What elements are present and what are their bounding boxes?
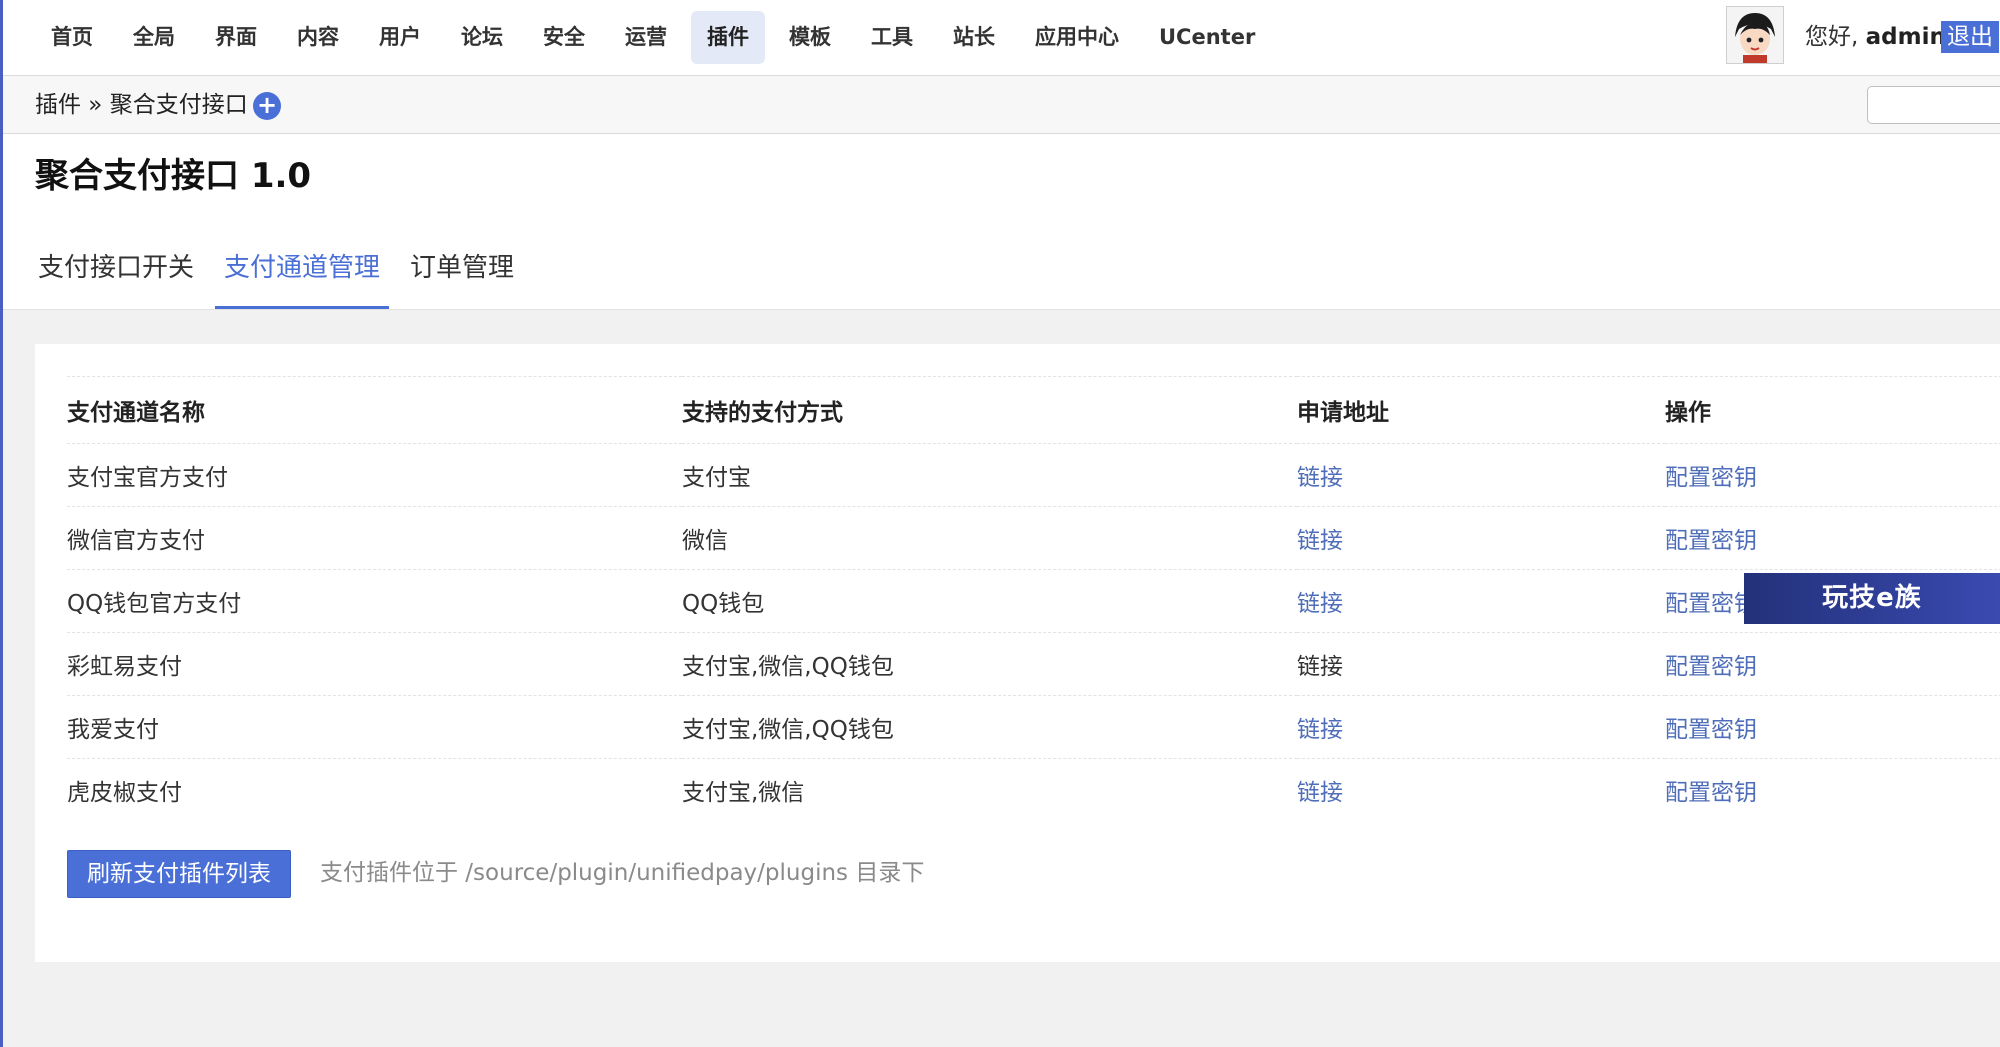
tab-channel-management[interactable]: 支付通道管理 [215, 236, 390, 309]
apply-link[interactable]: 链接 [1297, 506, 1665, 570]
payment-methods: QQ钱包 [682, 569, 1297, 633]
table-header-row: 支付通道名称 支持的支付方式 申请地址 操作 [67, 376, 2000, 444]
header-payment-methods: 支持的支付方式 [682, 376, 1297, 444]
header-apply-url: 申请地址 [1297, 376, 1665, 444]
header-channel-name: 支付通道名称 [67, 376, 682, 444]
page-title: 聚合支付接口 1.0 [35, 156, 312, 196]
payment-methods: 支付宝,微信 [682, 758, 1297, 821]
nav-item-users[interactable]: 用户 [363, 11, 437, 64]
tab-order-management[interactable]: 订单管理 [401, 236, 523, 309]
nav-item-tools[interactable]: 工具 [855, 11, 929, 64]
main-nav: 首页 全局 界面 内容 用户 论坛 安全 运营 插件 模板 工具 站长 应用中心… [35, 11, 1279, 64]
configure-key-link[interactable]: 配置密钥 [1665, 632, 2000, 696]
configure-key-link[interactable]: 配置密钥 [1665, 506, 2000, 570]
nav-item-global[interactable]: 全局 [117, 11, 191, 64]
channel-name: 支付宝官方支付 [67, 443, 682, 507]
nav-item-webmaster[interactable]: 站长 [937, 11, 1011, 64]
apply-link[interactable]: 链接 [1297, 695, 1665, 759]
nav-item-plugins[interactable]: 插件 [691, 11, 765, 64]
configure-key-link[interactable]: 配置密钥 [1665, 443, 2000, 507]
table-row: 彩虹易支付 支付宝,微信,QQ钱包 链接 配置密钥 [67, 632, 2000, 696]
nav-item-interface[interactable]: 界面 [199, 11, 273, 64]
payment-methods: 微信 [682, 506, 1297, 570]
plugin-path-hint: 支付插件位于 /source/plugin/unifiedpay/plugins… [320, 860, 925, 886]
header-actions: 操作 [1665, 376, 2000, 444]
configure-key-link[interactable]: 配置密钥 [1665, 695, 2000, 759]
table-row: 我爱支付 支付宝,微信,QQ钱包 链接 配置密钥 [67, 695, 2000, 759]
nav-item-ucenter[interactable]: UCenter [1143, 11, 1271, 64]
payment-methods: 支付宝 [682, 443, 1297, 507]
table-row: 微信官方支付 微信 链接 配置密钥 [67, 506, 2000, 570]
breadcrumb: 插件 » 聚合支付接口 [35, 92, 248, 118]
greeting-text: 您好, [1805, 24, 1859, 50]
nav-item-templates[interactable]: 模板 [773, 11, 847, 64]
table-row: 支付宝官方支付 支付宝 链接 配置密钥 [67, 443, 2000, 507]
nav-item-security[interactable]: 安全 [527, 11, 601, 64]
avatar[interactable] [1726, 6, 1784, 64]
plus-circle-icon[interactable]: + [253, 92, 281, 120]
tab-payment-switch[interactable]: 支付接口开关 [29, 236, 203, 309]
nav-item-content[interactable]: 内容 [281, 11, 355, 64]
tab-bar: 支付接口开关 支付通道管理 订单管理 [29, 236, 535, 309]
channel-name: QQ钱包官方支付 [67, 569, 682, 633]
payment-methods: 支付宝,微信,QQ钱包 [682, 695, 1297, 759]
channel-table: 支付通道名称 支持的支付方式 申请地址 操作 支付宝官方支付 支付宝 链接 配置… [67, 376, 2000, 821]
table-row: 虎皮椒支付 支付宝,微信 链接 配置密钥 [67, 758, 2000, 821]
username: admin [1865, 24, 1946, 50]
top-nav-bar: 首页 全局 界面 内容 用户 论坛 安全 运营 插件 模板 工具 站长 应用中心… [3, 0, 2000, 76]
nav-item-home[interactable]: 首页 [35, 11, 109, 64]
apply-link[interactable]: 链接 [1297, 569, 1665, 633]
refresh-plugin-list-button[interactable]: 刷新支付插件列表 [67, 850, 291, 898]
nav-item-forum[interactable]: 论坛 [445, 11, 519, 64]
search-input[interactable] [1867, 86, 2000, 124]
nav-item-operations[interactable]: 运营 [609, 11, 683, 64]
page-header: 聚合支付接口 1.0 支付接口开关 支付通道管理 订单管理 [3, 134, 2000, 310]
breadcrumb-bar: 插件 » 聚合支付接口 [3, 76, 2000, 134]
table-row: QQ钱包官方支付 QQ钱包 链接 配置密钥 [67, 569, 2000, 633]
configure-key-link[interactable]: 配置密钥 [1665, 758, 2000, 821]
content-card: 支付通道名称 支持的支付方式 申请地址 操作 支付宝官方支付 支付宝 链接 配置… [35, 344, 2000, 962]
apply-link[interactable]: 链接 [1297, 443, 1665, 507]
channel-name: 我爱支付 [67, 695, 682, 759]
watermark-logo: 玩技e族 [1744, 573, 2000, 624]
user-greeting: 您好, admin [1805, 18, 1946, 56]
nav-item-app-center[interactable]: 应用中心 [1019, 11, 1135, 64]
payment-methods: 支付宝,微信,QQ钱包 [682, 632, 1297, 696]
apply-link[interactable]: 链接 [1297, 758, 1665, 821]
channel-name: 虎皮椒支付 [67, 758, 682, 821]
channel-name: 微信官方支付 [67, 506, 682, 570]
channel-name: 彩虹易支付 [67, 632, 682, 696]
logout-button[interactable]: 退出 [1941, 21, 1999, 53]
avatar-icon [1727, 7, 1783, 63]
apply-link[interactable]: 链接 [1297, 632, 1665, 696]
